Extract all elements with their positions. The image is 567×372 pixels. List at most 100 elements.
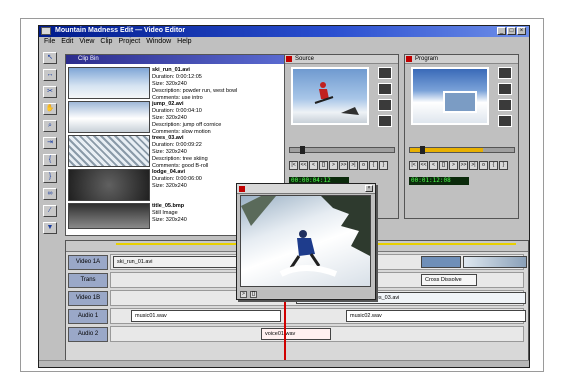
hand-tool-icon[interactable]: ✋ — [43, 103, 57, 115]
fade-tool-icon[interactable]: ⁄ — [43, 205, 57, 217]
menu-file[interactable]: File — [44, 37, 55, 46]
clip-info: trees_03.avi Duration: 0:00:09:22 Size: … — [152, 135, 280, 170]
scrub-handle[interactable] — [300, 146, 305, 154]
menu-window[interactable]: Window — [146, 37, 171, 46]
minimize-icon[interactable]: _ — [497, 27, 506, 35]
pip-inset — [443, 91, 477, 113]
link-tool-icon[interactable]: ∞ — [43, 188, 57, 200]
range-tool-icon[interactable]: ↔ — [43, 69, 57, 81]
loop-icon[interactable]: o — [479, 161, 488, 170]
clip-thumbnail[interactable] — [68, 101, 150, 133]
preview-controls: > [] — [240, 290, 371, 298]
clip-name: ski_run_01.avi — [152, 67, 190, 73]
track-label-transition[interactable]: Trans — [68, 273, 108, 288]
insert-icon[interactable] — [378, 99, 392, 111]
program-video[interactable] — [411, 67, 489, 125]
clip-type: Still Image — [152, 210, 178, 216]
step-back-icon[interactable]: < — [429, 161, 438, 170]
in-icon[interactable]: { — [369, 161, 378, 170]
clip-description: Description: tree skiing — [152, 156, 208, 162]
menu-clip[interactable]: Clip — [100, 37, 112, 46]
program-monitor: Program |< << < [] > >> >| o { } 00:01:1… — [404, 54, 519, 219]
menu-help[interactable]: Help — [177, 37, 191, 46]
clip-bin-header: Clip Bin — [66, 55, 284, 64]
rewind-icon[interactable]: << — [419, 161, 428, 170]
program-timecode: 00:01:12:08 — [409, 177, 469, 185]
trim-icon[interactable] — [498, 99, 512, 111]
preview-video[interactable] — [240, 195, 371, 287]
track-label-video-1a[interactable]: Video 1A — [68, 255, 108, 270]
step-back-icon[interactable]: < — [309, 161, 318, 170]
menu-view[interactable]: View — [79, 37, 94, 46]
track-audio-2: voice01.wav — [110, 326, 524, 342]
clip-name: lodge_04.avi — [152, 169, 186, 175]
skier-jump-image — [314, 82, 359, 115]
preview-popup: × > [] — [236, 183, 376, 300]
preview-play-icon[interactable]: > — [240, 291, 247, 298]
clip-thumbnail[interactable] — [68, 67, 150, 99]
close-icon[interactable]: × — [517, 27, 526, 35]
rewind-icon[interactable]: << — [299, 161, 308, 170]
export-icon[interactable] — [498, 115, 512, 127]
play-icon[interactable]: > — [449, 161, 458, 170]
system-menu-icon[interactable] — [41, 27, 51, 35]
preview-icon — [239, 186, 245, 192]
goto-start-icon[interactable]: |< — [409, 161, 418, 170]
maximize-icon[interactable]: □ — [507, 27, 516, 35]
audio-segment[interactable]: music01.wav — [131, 310, 281, 322]
clip-segment-thumbnail[interactable] — [463, 256, 527, 268]
in-icon[interactable]: { — [489, 161, 498, 170]
clip-name: trees_03.avi — [152, 135, 184, 141]
track-label-audio-1[interactable]: Audio 1 — [68, 309, 108, 324]
program-transport: |< << < [] > >> >| o { } — [409, 161, 508, 170]
selection-tool-icon[interactable]: ↖ — [43, 52, 57, 64]
lift-icon[interactable] — [498, 67, 512, 79]
clip-thumbnail[interactable] — [68, 203, 150, 229]
skier-powder-image — [241, 196, 370, 277]
fast-forward-icon[interactable]: >> — [459, 161, 468, 170]
audio-segment[interactable]: music02.wav — [346, 310, 526, 322]
clip-size: Size: 320x240 — [152, 81, 187, 87]
clip-size: Size: 320x240 — [152, 149, 187, 155]
in-point-icon[interactable]: { — [43, 154, 57, 166]
stop-icon[interactable]: [] — [439, 161, 448, 170]
close-icon[interactable]: × — [365, 185, 373, 192]
track-label-video-1b[interactable]: Video 1B — [68, 291, 108, 306]
monitor-icon — [406, 56, 412, 62]
source-video[interactable] — [291, 67, 369, 125]
razor-tool-icon[interactable]: ✂ — [43, 86, 57, 98]
menu-edit[interactable]: Edit — [61, 37, 73, 46]
status-bar — [39, 360, 529, 367]
audio-segment[interactable]: voice01.wav — [261, 328, 331, 340]
source-scrub-bar[interactable] — [289, 146, 395, 154]
goto-end-icon[interactable]: >| — [349, 161, 358, 170]
source-transport: |< << < [] > >> >| o { } — [289, 161, 388, 170]
menu-project[interactable]: Project — [118, 37, 140, 46]
program-scrub-bar[interactable] — [409, 146, 515, 154]
clip-thumbnail[interactable] — [68, 135, 150, 167]
track-tool-icon[interactable]: ⇥ — [43, 137, 57, 149]
marker-tool-icon[interactable]: ▼ — [43, 222, 57, 234]
out-point-icon[interactable]: } — [43, 171, 57, 183]
zoom-tool-icon[interactable]: ⌕ — [43, 120, 57, 132]
out-icon[interactable]: } — [379, 161, 388, 170]
loop-icon[interactable]: o — [359, 161, 368, 170]
extract-icon[interactable] — [498, 83, 512, 95]
clip-segment-thumbnail[interactable] — [421, 256, 461, 268]
scrub-handle[interactable] — [420, 146, 425, 154]
monitor-title: Source — [285, 55, 398, 64]
mark-out-icon[interactable] — [378, 83, 392, 95]
goto-end-icon[interactable]: >| — [469, 161, 478, 170]
mark-in-icon[interactable] — [378, 67, 392, 79]
overlay-icon[interactable] — [378, 115, 392, 127]
out-icon[interactable]: } — [499, 161, 508, 170]
goto-start-icon[interactable]: |< — [289, 161, 298, 170]
stop-icon[interactable]: [] — [319, 161, 328, 170]
preview-stop-icon[interactable]: [] — [249, 291, 257, 298]
play-icon[interactable]: > — [329, 161, 338, 170]
clip-thumbnail[interactable] — [68, 169, 150, 201]
fast-forward-icon[interactable]: >> — [339, 161, 348, 170]
transition-segment[interactable]: Cross Dissolve — [421, 274, 477, 286]
track-label-audio-2[interactable]: Audio 2 — [68, 327, 108, 342]
preview-header: × — [237, 184, 375, 194]
